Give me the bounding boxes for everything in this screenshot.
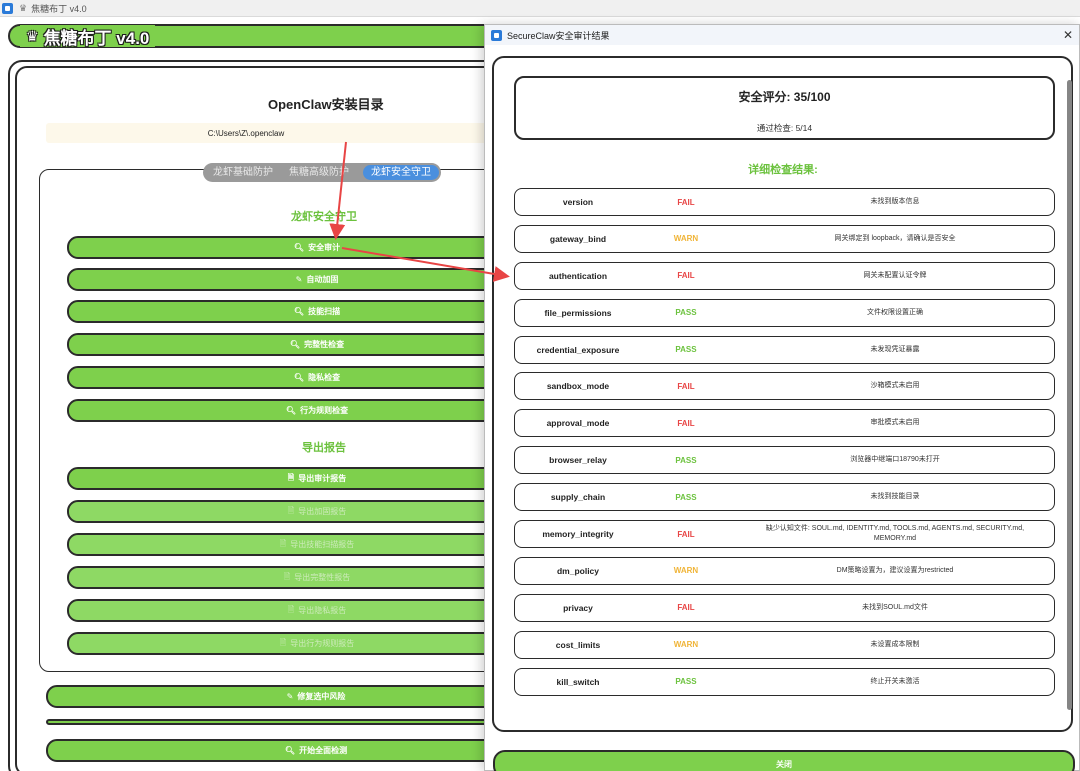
annotation-arrows — [329, 141, 510, 282]
annotation-arrow — [341, 247, 510, 282]
annotation-arrow — [329, 141, 347, 240]
